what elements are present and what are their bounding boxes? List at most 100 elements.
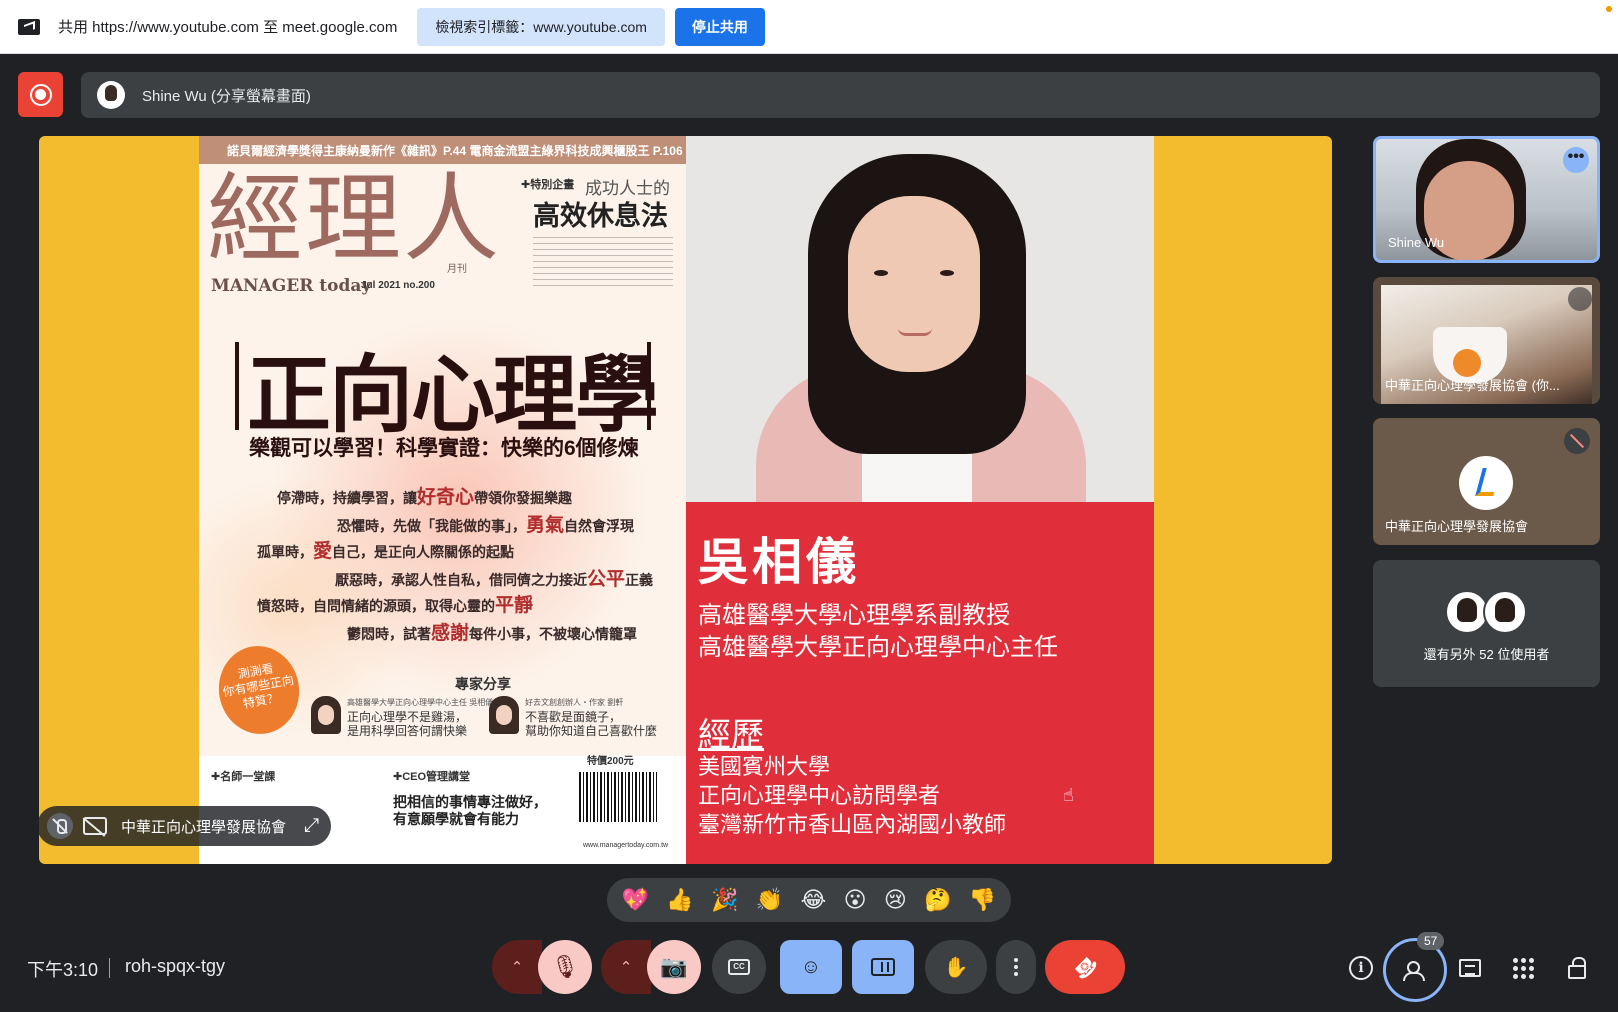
expert-role: 好去文創創辦人・作家 劉軒 [525, 698, 624, 707]
fine-print [533, 232, 673, 288]
sharing-status-text: 共用 https://www.youtube.com 至 meet.google… [58, 19, 398, 36]
magazine-month-label: 月刊 [447, 264, 467, 275]
people-button[interactable]: 57 [1383, 932, 1447, 1002]
recording-button[interactable] [18, 72, 63, 117]
meeting-time: 下午3:10 [27, 960, 99, 980]
more-options-icon[interactable]: ••• [1563, 147, 1589, 173]
magazine-brand: MANAGER today [211, 276, 372, 296]
magazine-cover: 諾貝爾經濟學獎得主康納曼新作《雜訊》P.44 電商金流盟主綠界科技成興櫃股王 P… [199, 136, 686, 864]
muted-icon [1564, 428, 1590, 454]
experience-item: 正向心理學中心訪問學者 [698, 783, 941, 808]
chat-icon [1459, 959, 1481, 977]
expand-icon[interactable]: ⤢ [304, 815, 319, 837]
captions-icon: CC [728, 959, 750, 975]
headline-bar [235, 342, 239, 430]
experience-heading: 經歷 [698, 716, 764, 753]
bottom-mid-tag: ✚CEO管理講堂 [393, 771, 471, 783]
send-reaction-button[interactable]: ☺ [780, 940, 842, 994]
pinned-participant-name: 中華正向心理學發展協會 [121, 818, 287, 836]
view-tab-button[interactable]: 檢視索引標籤：www.youtube.com [417, 7, 665, 46]
barcode [579, 772, 657, 822]
info-icon: i [1349, 956, 1373, 980]
magazine-title: 經理人 [207, 163, 501, 275]
leave-call-button[interactable]: ☎ [1045, 940, 1125, 994]
magazine-url: www.managertoday.com.tw [583, 842, 669, 849]
reaction-sad-icon[interactable]: 😢 [884, 878, 907, 922]
experts-title: 專家分享 [455, 676, 511, 692]
meeting-code: roh-spqx-tgy [125, 956, 226, 976]
emoji-icon: ☺ [800, 955, 822, 978]
expert-role: 高雄醫學大學正向心理學中心主任 吳相儀 [347, 698, 494, 707]
participant-name: Shine Wu [1388, 235, 1445, 250]
camera-off-icon: 📷 [660, 954, 688, 979]
more-vert-icon [1014, 958, 1018, 976]
magazine-headline: 正向心理學 [247, 348, 659, 442]
cover-line: 鬱悶時，試著感謝每件小事，不被壞心情籠罩 [347, 623, 638, 644]
bottom-mid-headline: 把相信的事情專注做好， 有意願學就會有能力 [393, 794, 547, 827]
stop-sharing-button[interactable]: 停止共用 [674, 7, 765, 46]
expert-item: 好去文創創辦人・作家 劉軒不喜歡是面鏡子， 幫助你知道自己喜歡什麼 [489, 696, 657, 738]
chat-button[interactable] [1450, 948, 1490, 988]
participant-name: 中華正向心理學發展協會 (你... [1385, 378, 1560, 393]
experience-item: 臺灣新竹市香山區內湖國小教師 [698, 812, 1007, 837]
cover-line: 孤單時，愛自己，是正向人際關係的起點 [257, 541, 515, 562]
captions-button[interactable]: CC [712, 940, 766, 994]
expert-item: 高雄醫學大學正向心理學中心主任 吳相儀 正向心理學不是雞湯， 是用科學回答何謂快樂 [311, 696, 493, 738]
presenter-bar: Shine Wu (分享螢幕畫面) [81, 72, 1600, 118]
reactions-bar: 💖 👍 🎉 👏 😂 😮 😢 🤔 👎 [607, 878, 1011, 922]
mic-off-icon [47, 813, 73, 839]
reaction-surprised-icon[interactable]: 😮 [844, 878, 867, 922]
camera-toggle-button[interactable]: 📷 [647, 940, 701, 994]
presentation-stage[interactable]: 諾貝爾經濟學獎得主康納曼新作《雜訊》P.44 電商金流盟主綠界科技成興櫃股王 P… [39, 136, 1332, 864]
experience-item: 美國賓州大學 [698, 754, 831, 779]
speaker-card: 吳相儀 高雄醫學大學心理學系副教授 高雄醫學大學正向心理學中心主任 經歷 美國賓… [686, 502, 1154, 864]
more-participants-text: 還有另外 52 位使用者 [1423, 647, 1550, 662]
participant-tile[interactable]: 中華正向心理學發展協會 (你... [1373, 277, 1600, 404]
reaction-party-icon[interactable]: 🎉 [711, 878, 738, 922]
cover-line: 憤怒時，自問情緒的源頭，取得心靈的平靜 [257, 595, 534, 616]
participant-tile[interactable]: 中華正向心理學發展協會 [1373, 418, 1600, 545]
cover-line: 停滯時，持續學習，讓好奇心帶領你發掘樂趣 [277, 487, 573, 508]
magazine-subheadline: 樂觀可以學習！科學實證：快樂的6個修煉 [249, 437, 639, 460]
camera-off-icon [83, 817, 107, 835]
more-options-button[interactable] [996, 940, 1036, 994]
end-call-icon: ☎ [1068, 950, 1102, 984]
hand-cursor-icon: ☝ [1063, 785, 1074, 805]
present-button[interactable] [852, 940, 914, 994]
presenter-name: Shine Wu (分享螢幕畫面) [142, 87, 311, 105]
pinned-participant-label: 中華正向心理學發展協會 ⤢ [37, 806, 332, 846]
microphone-control: ⌃ 🎙 [492, 940, 592, 994]
organization-logo [1459, 456, 1513, 510]
price-label: 特價200元 [587, 756, 634, 767]
reaction-thinking-icon[interactable]: 🤔 [924, 878, 951, 922]
more-participants-tile[interactable]: 還有另外 52 位使用者 [1373, 560, 1600, 687]
people-icon [1403, 961, 1427, 981]
participant-count-badge: 57 [1417, 932, 1445, 950]
recording-dot-icon [1606, 6, 1612, 12]
speaker-title: 高雄醫學大學心理學系副教授 [698, 602, 1010, 629]
speaker-name: 吳相儀 [698, 534, 860, 590]
present-screen-icon [871, 958, 895, 976]
reaction-thumbs-up-icon[interactable]: 👍 [666, 878, 693, 922]
speaker-photo [686, 136, 1154, 502]
reaction-thumbs-down-icon[interactable]: 👎 [969, 878, 996, 922]
reaction-heart-icon[interactable]: 💖 [622, 878, 649, 922]
reaction-clap-icon[interactable]: 👏 [756, 878, 783, 922]
host-controls-button[interactable] [1557, 948, 1597, 988]
meeting-details-button[interactable]: i [1341, 948, 1381, 988]
participant-name: 中華正向心理學發展協會 [1385, 519, 1529, 534]
activities-button[interactable] [1503, 948, 1543, 988]
expert-quote: 不喜歡是面鏡子， 幫助你知道自己喜歡什麼 [525, 710, 658, 738]
video-settings-chevron-icon[interactable]: ⌃ [601, 940, 651, 994]
hand-icon: ✋ [943, 956, 969, 979]
raise-hand-button[interactable]: ✋ [925, 940, 987, 994]
muted-icon [1568, 287, 1592, 311]
mic-toggle-button[interactable]: 🎙 [538, 940, 592, 994]
reaction-laugh-icon[interactable]: 😂 [801, 878, 827, 922]
cover-line: 恐懼時，先做「我能做的事」，勇氣自然會浮現 [337, 515, 635, 536]
audio-settings-chevron-icon[interactable]: ⌃ [492, 940, 542, 994]
magazine-top-strip: 諾貝爾經濟學獎得主康納曼新作《雜訊》P.44 電商金流盟主綠界科技成興櫃股王 P… [199, 136, 686, 164]
participant-tile[interactable]: ••• Shine Wu [1373, 136, 1600, 263]
expert-photo [311, 696, 341, 734]
expert-photo [489, 696, 519, 734]
